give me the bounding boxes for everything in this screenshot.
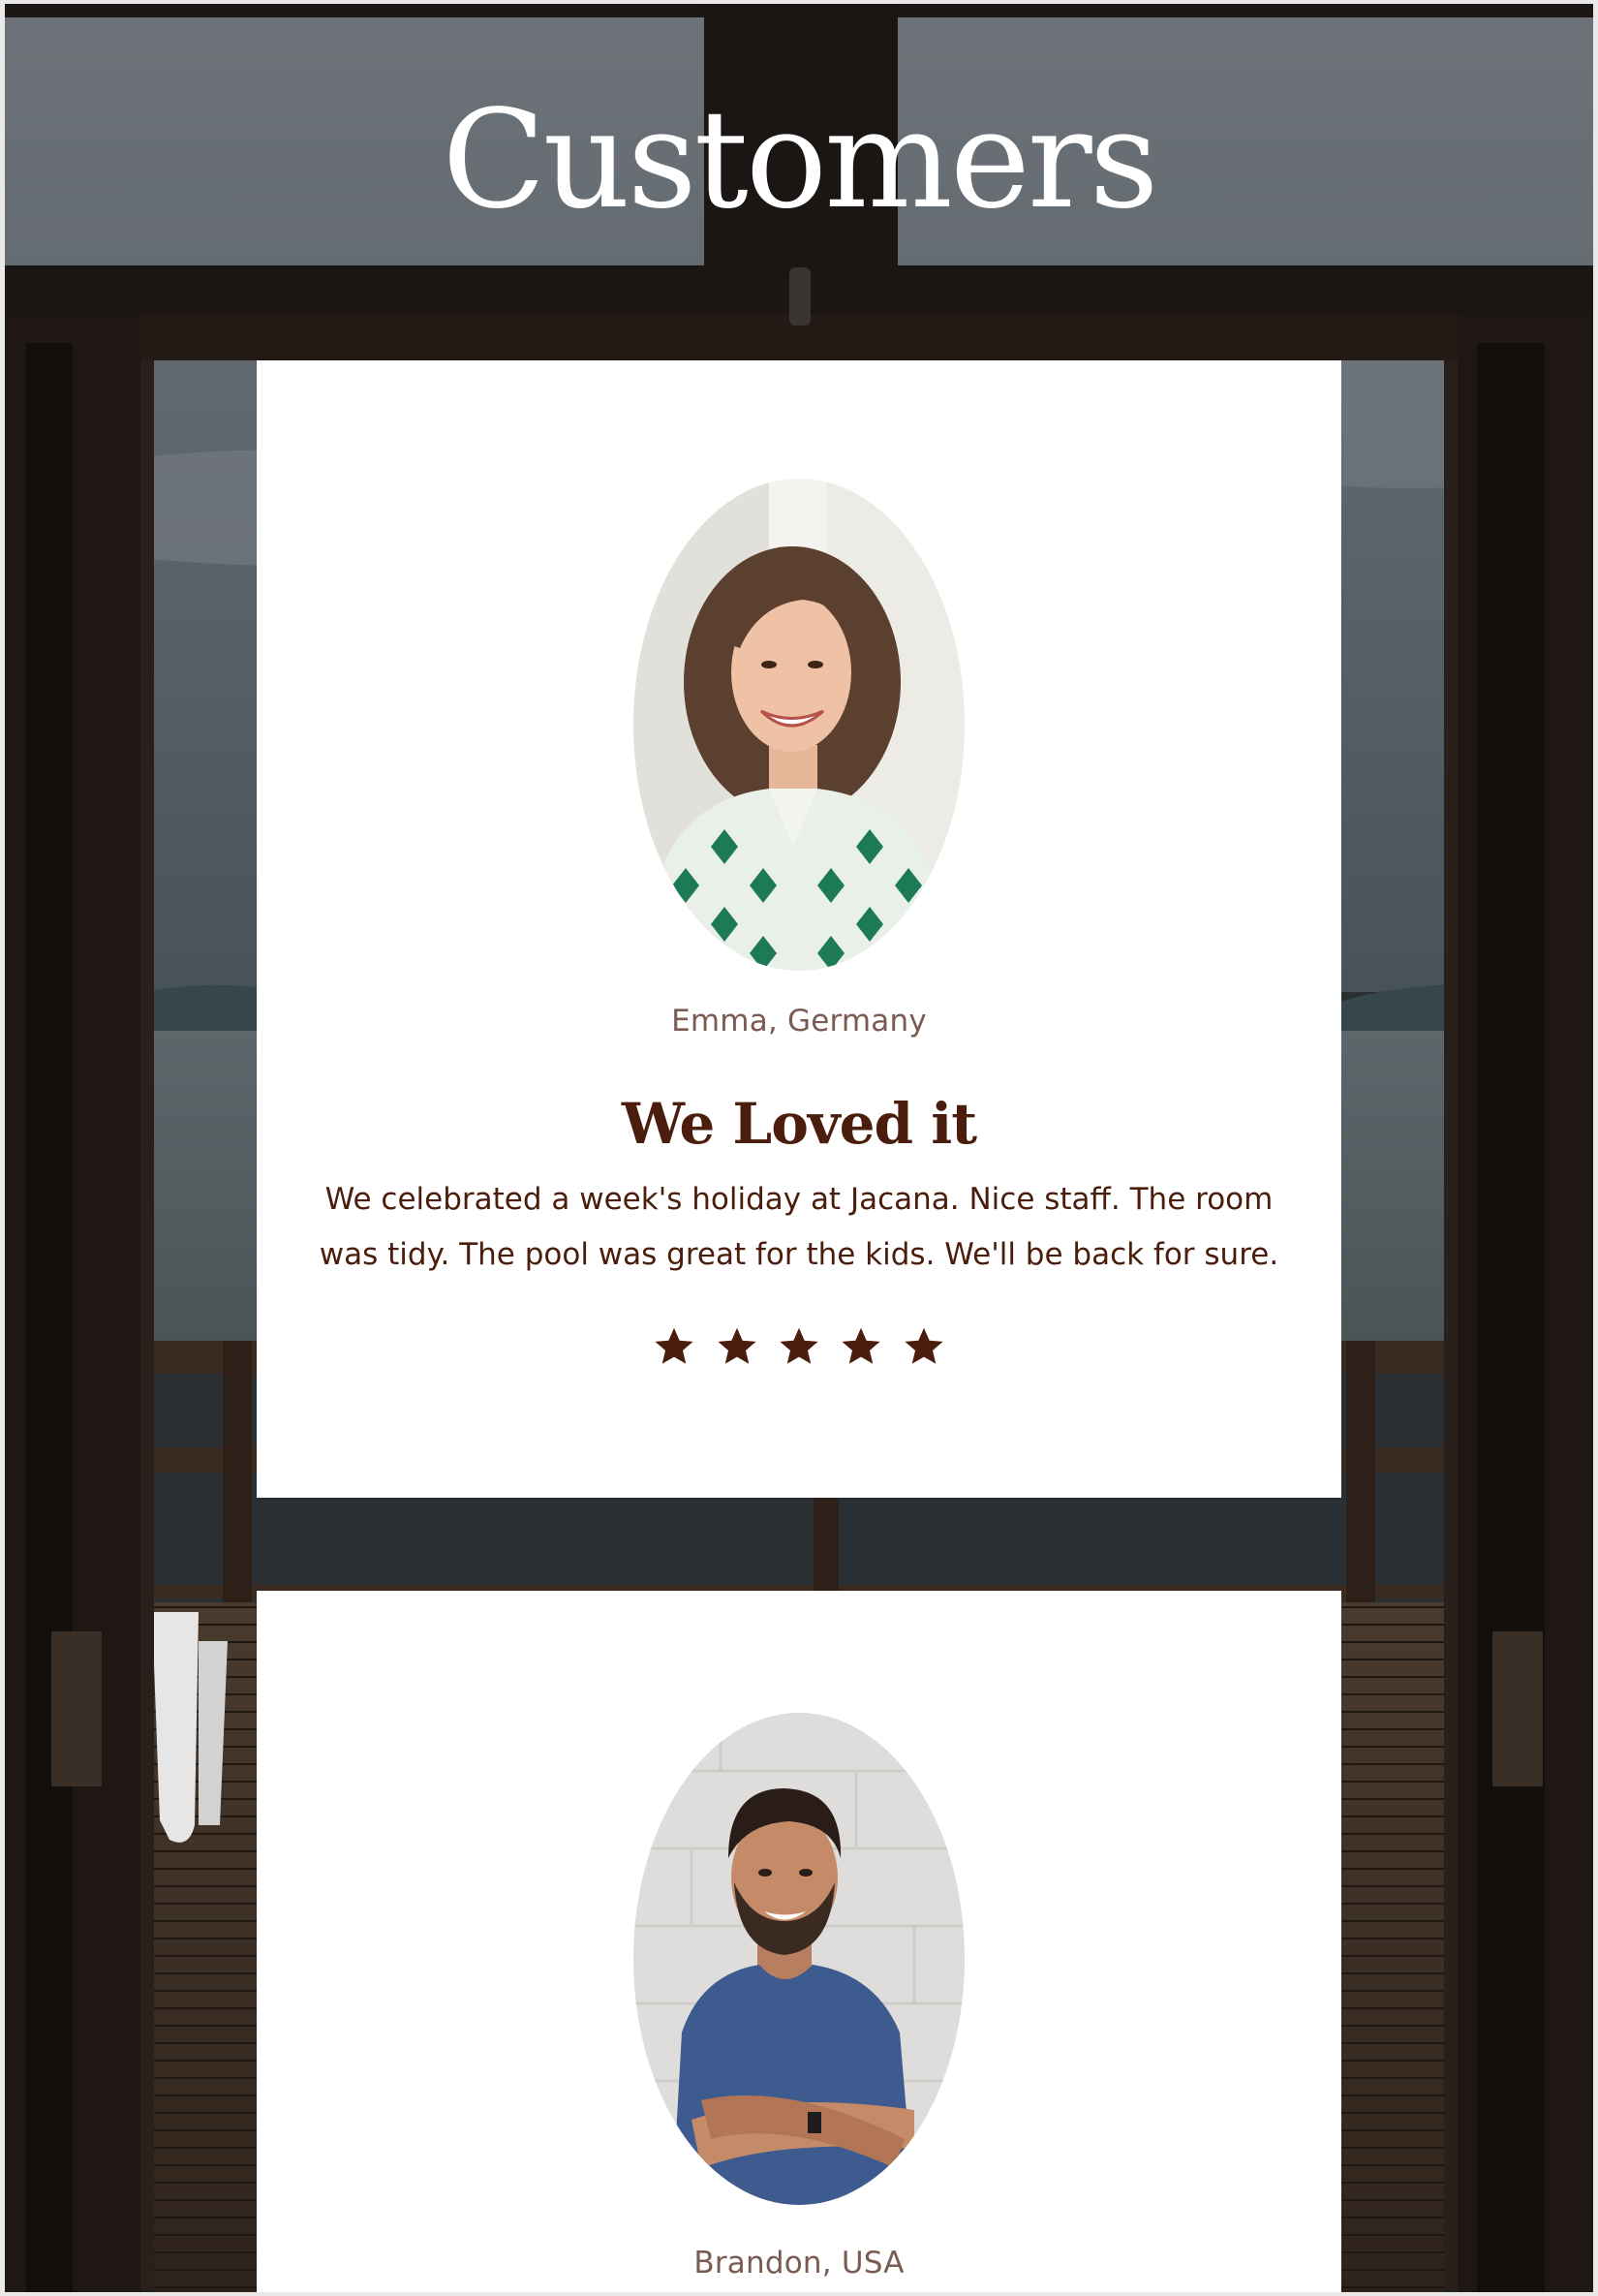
star-icon: [778, 1325, 820, 1368]
testimonials-section: Customers Emma, Germany We Loved it We c…: [5, 4, 1593, 2292]
customer-photo: [633, 1713, 965, 2205]
star-icon: [653, 1325, 695, 1368]
customer-avatar: [633, 479, 965, 971]
star-icon: [716, 1325, 758, 1368]
star-icon: [903, 1325, 945, 1368]
customer-name: Brandon, USA: [693, 2246, 905, 2280]
customer-avatar: [633, 1713, 965, 2205]
review-text: We celebrated a week's holiday at Jacana…: [319, 1182, 1279, 1272]
testimonial-card: Emma, Germany We Loved it We celebrated …: [257, 360, 1341, 1498]
page-title: Customers: [442, 81, 1158, 239]
customer-name: Emma, Germany: [671, 1004, 927, 1039]
star-icon: [840, 1325, 882, 1368]
customer-photo: [633, 479, 965, 971]
star-rating: [257, 1325, 1341, 1376]
testimonial-card: Brandon, USA: [257, 1591, 1341, 2292]
review-title: We Loved it: [621, 1091, 977, 1157]
